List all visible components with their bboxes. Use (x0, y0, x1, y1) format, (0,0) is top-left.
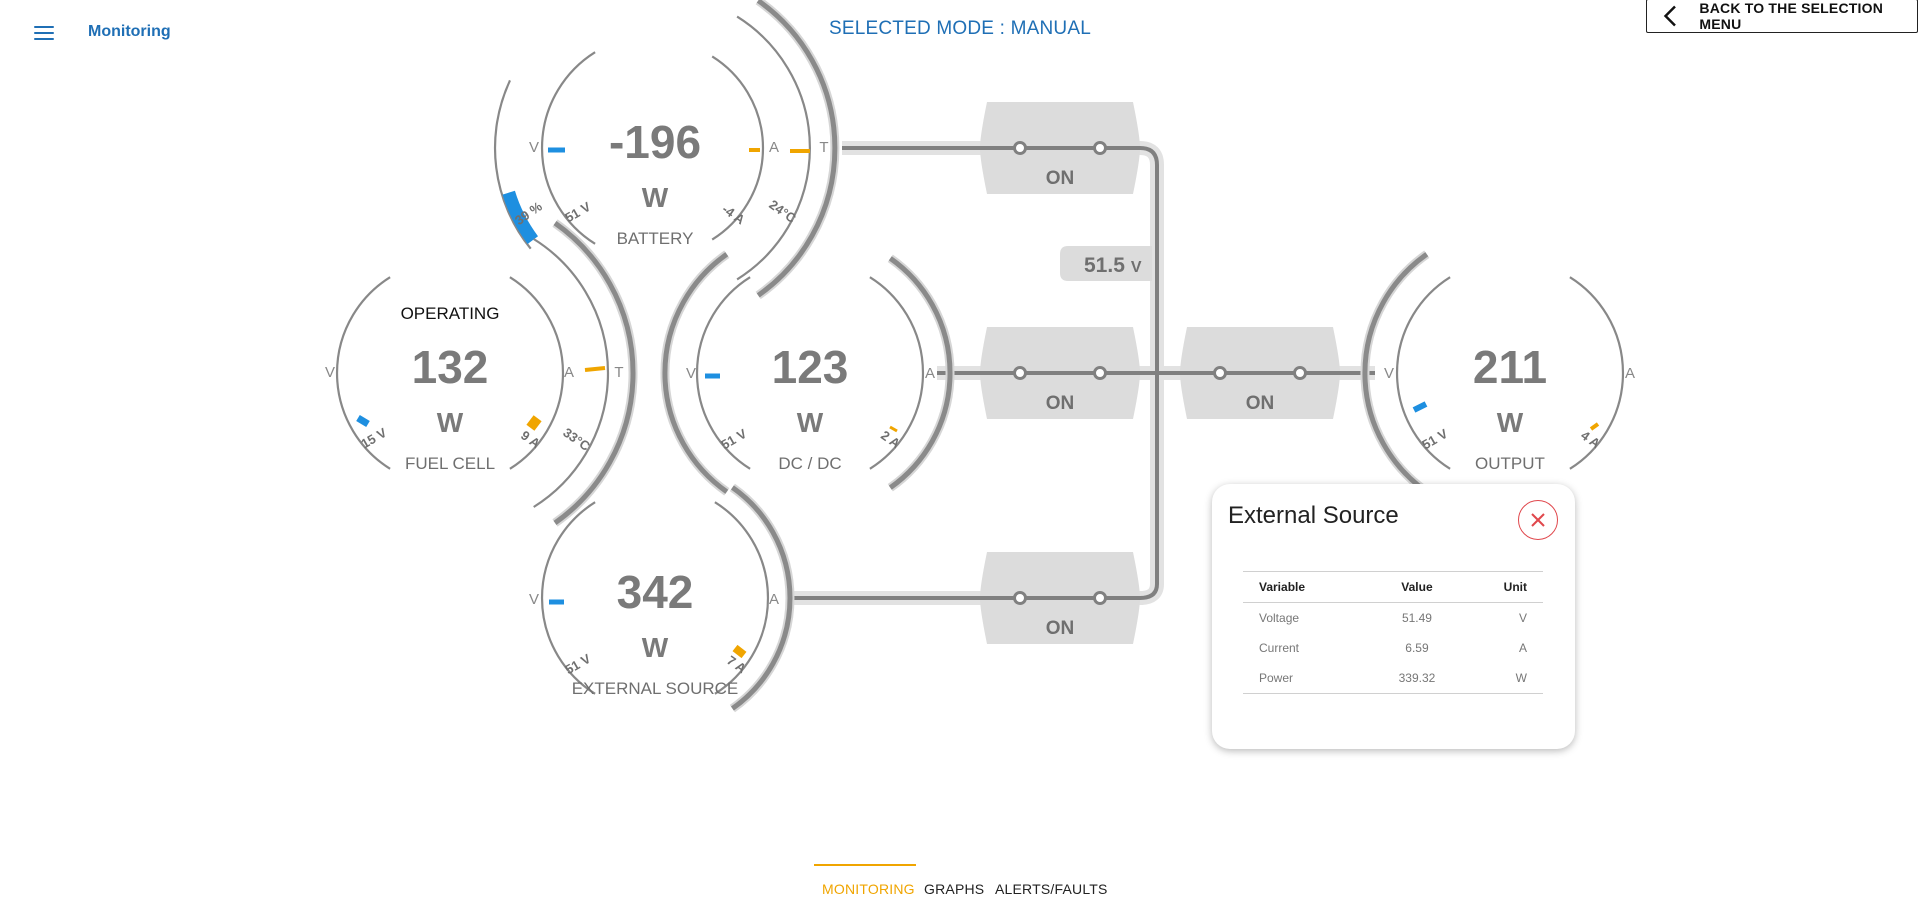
fuel_cell-label: FUEL CELL (405, 454, 495, 473)
column-header: Unit (1457, 571, 1543, 603)
table-cell: 6.59 (1405, 641, 1429, 655)
fuel-cell-status: OPERATING (401, 304, 500, 323)
table-row: Voltage 51.49 V (1243, 603, 1543, 634)
fuel-cell-amp-letter: A (564, 364, 574, 381)
switch-on-label: ON (1046, 168, 1075, 189)
external-source-gauge: V A 51 V 7 A 342 W EXTERNAL SOURCE (529, 483, 795, 713)
table-cell: A (1518, 641, 1527, 655)
output-current-marker (1589, 422, 1600, 431)
popup-title: External Source (1228, 502, 1399, 529)
dcdc-gauge: V A 51 V 2 A 123 W DC / DC (660, 250, 955, 496)
external-source-frame-arc-shadow (729, 483, 795, 713)
active-tab-indicator (814, 864, 916, 866)
fuel-cell-temp-marker (584, 366, 606, 372)
dcdc-volt-letter: V (686, 365, 696, 382)
external_source-power-value: 342 (617, 566, 694, 618)
output-amp-letter: A (1625, 365, 1635, 382)
table-row: Current 6.59 A (1243, 633, 1543, 663)
fuel-cell-current-marker (526, 415, 542, 431)
battery-power-unit: W (642, 182, 669, 213)
table-header-row: Variable Value Unit (1243, 571, 1543, 603)
tab-graphs[interactable]: GRAPHS (924, 881, 984, 897)
dcdc-current-reading: 2 A (878, 428, 903, 452)
fuel-cell-volt-letter: V (325, 364, 335, 381)
fuel-cell-temp-letter: T (614, 364, 623, 381)
external-source-volt-letter: V (529, 591, 539, 608)
external-source-popup: External Source Variable Value Unit Volt… (1212, 484, 1575, 749)
fuel-cell-gauge: V A T15 V9 A 33°COPERATING132WFUEL CELL (325, 219, 638, 527)
output-volt-letter: V (1384, 365, 1394, 382)
close-icon (1531, 513, 1545, 527)
switch-on-label: ON (1246, 393, 1275, 414)
switch-contact (1013, 366, 1027, 380)
battery-volt-letter: V (529, 139, 539, 156)
output-current-reading: 4 A (1578, 428, 1603, 452)
dcdc-voltage-reading: 51 V (718, 426, 749, 453)
switch-contact (1213, 366, 1227, 380)
dcdc-switch: ON (980, 327, 1140, 419)
dcdc-label: DC / DC (778, 454, 841, 473)
switch-contact (1013, 591, 1027, 605)
fuel-cell-voltage-reading: 15 V (358, 425, 389, 452)
fuel_cell-power-value: 132 (412, 341, 489, 393)
output-voltage-marker (1412, 401, 1428, 413)
column-header: Variable (1243, 571, 1377, 603)
switch-on-label: ON (1046, 618, 1075, 639)
table-cell: Voltage (1259, 611, 1300, 625)
tab-alerts-faults[interactable]: ALERTS/FAULTS (995, 881, 1108, 897)
popup-table: Variable Value Unit Voltage 51.49 V Curr… (1243, 571, 1543, 694)
output-voltage-reading: 51 V (1419, 426, 1450, 453)
switch-contact (1093, 366, 1107, 380)
dcdc-power-unit: W (797, 407, 824, 438)
output-switch: ON (1180, 327, 1340, 419)
fuel_cell-power-unit: W (437, 407, 464, 438)
bus-voltage-badge: 51.5 V (1060, 246, 1152, 281)
external_source-power-unit: W (642, 632, 669, 663)
output-label: OUTPUT (1475, 454, 1545, 473)
external_source-label: EXTERNAL SOURCE (572, 679, 739, 698)
output-power-value: 211 (1473, 341, 1547, 393)
table-row: Power 339.32 W (1243, 663, 1543, 694)
battery-label: BATTERY (617, 229, 694, 248)
battery-temp-reading: 24°C (766, 197, 799, 226)
table-cell: V (1518, 611, 1527, 625)
dcdc-amp-letter: A (925, 365, 935, 382)
switch-contact (1093, 141, 1107, 155)
battery-power-value: -196 (609, 116, 701, 168)
table-cell: 51.49 (1401, 611, 1432, 625)
battery-amp-letter: A (769, 139, 779, 156)
table-cell: Power (1243, 663, 1377, 694)
table-cell: 339.32 (1376, 663, 1458, 694)
switch-contact (1093, 591, 1107, 605)
dcdc-power-value: 123 (772, 341, 849, 393)
popup-close-button[interactable] (1518, 500, 1558, 540)
external-source-voltage-reading: 51 V (562, 651, 593, 678)
battery-switch: ON (980, 102, 1140, 194)
switch-contact (1293, 366, 1307, 380)
battery-gauge: V A T39 % 51 V -4 A 24°C-196WBATTERY (493, 0, 840, 300)
column-header: Value (1376, 571, 1458, 603)
table-cell: Current (1259, 641, 1300, 655)
battery-temp-letter: T (819, 139, 828, 156)
battery-voltage-reading: 51 V (562, 199, 593, 226)
switch-contact (1013, 141, 1027, 155)
battery-current-reading: -4 A (719, 201, 748, 227)
tab-monitoring[interactable]: MONITORING (822, 881, 915, 897)
bottom-tab-bar: MONITORING GRAPHS ALERTS/FAULTS (0, 860, 1920, 913)
power-flow-diagram: ONON ONON 51.5 V V A T39 % 51 V -4 A 24°C-196WB… (325, 0, 1635, 713)
fuel-cell-current-reading: 9 A (518, 428, 543, 452)
switch-on-label: ON (1046, 393, 1075, 414)
output-gauge: V A 51 V 4 A 211 W OUTPUT (1360, 250, 1635, 496)
table-cell: W (1457, 663, 1543, 694)
external-source-current-reading: 7 A (724, 653, 749, 677)
fuel-cell-voltage-marker (356, 414, 370, 428)
output-power-unit: W (1497, 407, 1524, 438)
external-source-switch: ON (980, 552, 1140, 644)
external-source-amp-letter: A (769, 591, 779, 608)
